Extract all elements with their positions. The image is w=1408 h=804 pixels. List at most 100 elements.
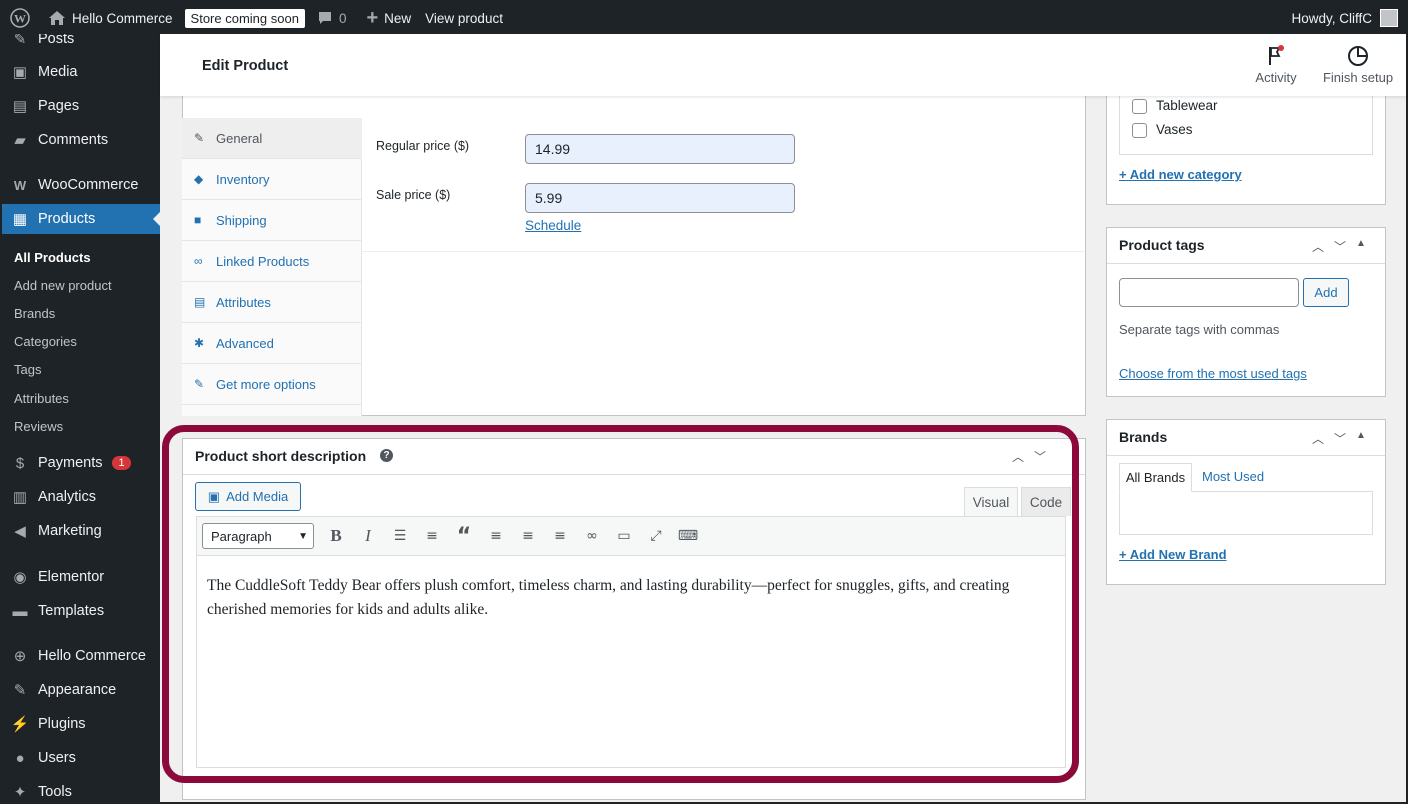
triangle-up-icon[interactable]: ▲: [1356, 430, 1366, 447]
tab-advanced[interactable]: ✱ Advanced: [182, 323, 362, 364]
admin-bar: W Hello Commerce Store coming soon 0 + N…: [2, 2, 1406, 34]
checkbox[interactable]: [1132, 122, 1147, 138]
link-icon[interactable]: ∞: [576, 521, 608, 551]
finish-setup-button[interactable]: Finish setup: [1320, 44, 1396, 85]
paintbrush-icon: ✎: [13, 682, 27, 699]
tab-visual[interactable]: Visual: [964, 487, 1018, 517]
store-status-badge: Store coming soon: [184, 8, 305, 28]
activity-button[interactable]: Activity: [1248, 44, 1304, 85]
align-right-icon[interactable]: ≡: [544, 521, 576, 551]
schedule-link[interactable]: Schedule: [525, 218, 581, 233]
tab-code[interactable]: Code: [1021, 487, 1071, 516]
chevron-down-icon[interactable]: ﹀: [1034, 448, 1046, 465]
tab-label: Visual: [972, 495, 1010, 510]
sidebar-item-plugins[interactable]: ⚡ Plugins: [2, 709, 160, 739]
bold-icon[interactable]: B: [320, 521, 352, 551]
submenu-all-products[interactable]: All Products: [14, 250, 91, 265]
format-select[interactable]: Paragraph ▼: [202, 523, 314, 549]
add-tag-button[interactable]: Add: [1303, 278, 1349, 307]
align-left-icon[interactable]: ≡: [480, 521, 512, 551]
woocommerce-icon: W: [13, 177, 27, 193]
help-icon[interactable]: ?: [380, 449, 393, 462]
sidebar-item-appearance[interactable]: ✎ Appearance: [2, 675, 160, 705]
sidebar-item-analytics[interactable]: ▥ Analytics: [2, 482, 160, 512]
category-item-tablewear[interactable]: Tablewear: [1132, 98, 1218, 114]
tab-most-used[interactable]: Most Used: [1202, 469, 1264, 484]
panel-controls: ︿ ﹀: [1012, 448, 1046, 465]
avatar: [1380, 9, 1398, 27]
chevron-down-icon[interactable]: ﹀: [1334, 430, 1346, 447]
tab-label: General: [216, 130, 263, 146]
italic-icon[interactable]: I: [352, 521, 384, 551]
tab-get-more-options[interactable]: ✎ Get more options: [182, 364, 362, 405]
wrench-icon: ✦: [13, 784, 27, 801]
sidebar-item-products[interactable]: ▦ Products: [2, 204, 160, 234]
blockquote-icon[interactable]: “: [448, 521, 480, 551]
panel-controls: ︿ ﹀ ▲: [1312, 430, 1366, 447]
sidebar-item-posts[interactable]: ✎ Posts: [2, 34, 160, 54]
tag-input[interactable]: [1119, 278, 1299, 307]
sidebar-item-elementor[interactable]: ◉ Elementor: [2, 562, 160, 592]
numbered-list-icon[interactable]: ≡: [416, 521, 448, 551]
store-status-link[interactable]: Store coming soon: [179, 2, 311, 34]
submenu-reviews[interactable]: Reviews: [14, 419, 63, 434]
wordpress-logo[interactable]: W: [2, 2, 36, 34]
site-name-link[interactable]: Hello Commerce: [36, 2, 179, 34]
view-product-link[interactable]: View product: [417, 2, 509, 34]
triangle-up-icon[interactable]: ▲: [1356, 238, 1366, 255]
category-item-vases[interactable]: Vases: [1132, 122, 1193, 138]
plug-icon: ⚡: [10, 716, 30, 733]
sidebar-item-payments[interactable]: $ Payments 1: [2, 448, 160, 478]
sidebar-item-media[interactable]: ▣ Media: [2, 57, 160, 87]
editor-content[interactable]: The CuddleSoft Teddy Bear offers plush c…: [196, 556, 1066, 768]
choose-tags-link[interactable]: Choose from the most used tags: [1119, 366, 1307, 381]
chevron-up-icon[interactable]: ︿: [1312, 430, 1324, 447]
tab-label: All Brands: [1125, 470, 1186, 485]
submenu-categories[interactable]: Categories: [14, 334, 77, 349]
sidebar-label: Analytics: [38, 489, 97, 505]
checkbox[interactable]: [1132, 98, 1147, 114]
sidebar-item-users[interactable]: ● Users: [2, 743, 160, 773]
folder-icon: ▬: [12, 602, 28, 620]
comments-link[interactable]: 0: [311, 2, 353, 34]
submenu-tags[interactable]: Tags: [14, 362, 41, 377]
sidebar-item-templates[interactable]: ▬ Templates: [2, 596, 160, 626]
add-new-category-link[interactable]: + Add new category: [1119, 167, 1242, 182]
sidebar-item-comments[interactable]: ▰ Comments: [2, 125, 160, 155]
submenu-brands[interactable]: Brands: [14, 306, 55, 321]
sidebar-item-marketing[interactable]: ◀ Marketing: [2, 516, 160, 546]
sidebar-item-woocommerce[interactable]: W WooCommerce: [2, 170, 160, 200]
fullscreen-icon[interactable]: ⤢: [640, 521, 672, 551]
woocommerce-header: Edit Product Activity Finish setup: [160, 34, 1406, 96]
tab-all-brands[interactable]: All Brands: [1119, 463, 1192, 492]
dollar-icon: $: [15, 454, 25, 472]
submenu-add-new-product[interactable]: Add new product: [14, 278, 112, 293]
tab-general[interactable]: ✎ General: [182, 118, 362, 159]
read-more-icon[interactable]: ▭: [608, 521, 640, 551]
toolbar-toggle-icon[interactable]: ⌨: [672, 521, 704, 551]
payments-count-badge: 1: [112, 456, 131, 470]
account-menu[interactable]: Howdy, CliffC: [1291, 9, 1406, 27]
tab-linked-products[interactable]: ∞ Linked Products: [182, 241, 362, 282]
tab-inventory[interactable]: ◆ Inventory: [182, 159, 362, 200]
add-media-button[interactable]: ▣ Add Media: [195, 482, 301, 511]
add-new-brand-link[interactable]: + Add New Brand: [1119, 547, 1227, 562]
tab-shipping[interactable]: ■ Shipping: [182, 200, 362, 241]
submenu-attributes[interactable]: Attributes: [14, 391, 69, 406]
tab-label: Inventory: [216, 171, 270, 187]
flag-icon: [1269, 45, 1284, 65]
tab-attributes[interactable]: ▤ Attributes: [182, 282, 362, 323]
plus-circle-icon: ⊕: [13, 648, 27, 665]
sale-price-input[interactable]: 5.99: [525, 183, 795, 213]
chevron-up-icon[interactable]: ︿: [1312, 238, 1324, 255]
regular-price-input[interactable]: 14.99: [525, 134, 795, 164]
howdy-text: Howdy, CliffC: [1291, 10, 1372, 26]
sidebar-item-tools[interactable]: ✦ Tools: [2, 777, 160, 804]
bullet-list-icon[interactable]: ☰: [384, 521, 416, 551]
chevron-down-icon[interactable]: ﹀: [1334, 238, 1346, 255]
align-center-icon[interactable]: ≡: [512, 521, 544, 551]
new-content-link[interactable]: + New: [352, 2, 417, 34]
sidebar-item-hello-commerce[interactable]: ⊕ Hello Commerce: [2, 641, 160, 671]
sidebar-item-pages[interactable]: ▤ Pages: [2, 91, 160, 121]
chevron-up-icon[interactable]: ︿: [1012, 448, 1024, 465]
